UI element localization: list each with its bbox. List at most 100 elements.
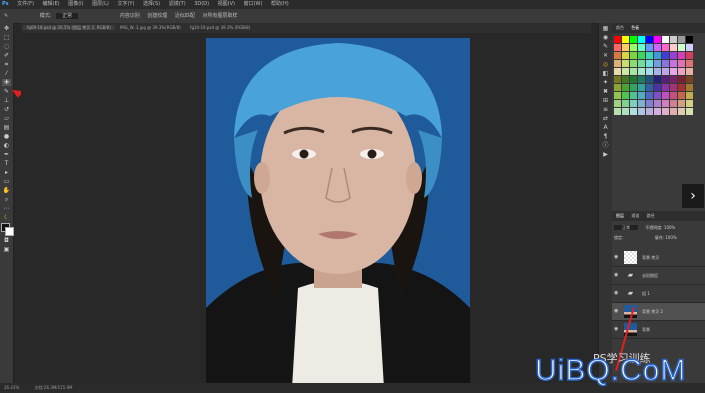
swatch[interactable] [630, 36, 637, 43]
swatch[interactable] [654, 52, 661, 59]
swatch[interactable] [622, 68, 629, 75]
brush-panel-icon[interactable]: ✎ [601, 43, 610, 50]
quick-mask-icon[interactable]: ◘ [2, 237, 11, 244]
tab-paths[interactable]: 路径 [647, 213, 655, 218]
swatch[interactable] [678, 68, 685, 75]
swatch[interactable] [662, 44, 669, 51]
swatch[interactable] [654, 84, 661, 91]
tools-icon[interactable]: ✖ [601, 88, 610, 95]
visibility-eye-icon[interactable]: ◉ [614, 285, 618, 302]
gradient-tool-icon[interactable]: ▤ [2, 124, 11, 131]
swatches-grid[interactable] [614, 36, 703, 115]
pen-tool-icon[interactable]: ✒ [2, 151, 11, 158]
layer-row[interactable]: ◉ ▰ 去斑脱痘 [612, 267, 705, 285]
swatch[interactable] [686, 60, 693, 67]
tab-doc-2[interactable]: IMG_W..3.jpg @ 39.3%(RGB/8) [116, 25, 185, 30]
swatch[interactable] [638, 60, 645, 67]
swatch[interactable] [678, 100, 685, 107]
blur-tool-icon[interactable]: ● [2, 133, 11, 140]
tab-doc-1[interactable]: fg09-18.psd @ 26.5% (图层 拷贝 2, RGB/8) [23, 25, 115, 30]
swatch[interactable] [686, 52, 693, 59]
swatch[interactable] [686, 36, 693, 43]
swatch[interactable] [670, 52, 677, 59]
swatch[interactable] [622, 92, 629, 99]
swatch[interactable] [654, 92, 661, 99]
swatch[interactable] [686, 100, 693, 107]
dodge-tool-icon[interactable]: ◐ [2, 142, 11, 149]
tab-swatches[interactable]: 色板 [631, 25, 639, 30]
tool-preset-icon[interactable]: ✎ [4, 13, 8, 19]
close-icon[interactable]: ✕ [601, 52, 610, 59]
swatch[interactable] [670, 100, 677, 107]
path-select-tool-icon[interactable]: ▸ [2, 169, 11, 176]
zoom-level[interactable]: 26.43% [4, 385, 19, 390]
properties-icon[interactable]: ≡ [601, 106, 610, 113]
swatch[interactable] [654, 36, 661, 43]
swatch[interactable] [678, 84, 685, 91]
swatch[interactable] [678, 60, 685, 67]
swatch[interactable] [646, 108, 653, 115]
swatch[interactable] [622, 84, 629, 91]
type-tool-icon[interactable]: T [2, 160, 11, 167]
swatch[interactable] [622, 52, 629, 59]
create-texture-radio[interactable]: 创建纹理 [147, 13, 167, 19]
swatch[interactable] [622, 60, 629, 67]
swatch[interactable] [670, 44, 677, 51]
swatch[interactable] [670, 76, 677, 83]
approx-match-radio[interactable]: 近似匹配 [175, 13, 195, 19]
swatch[interactable] [638, 92, 645, 99]
swatch[interactable] [670, 92, 677, 99]
swatch[interactable] [646, 52, 653, 59]
swatch[interactable] [614, 92, 621, 99]
actions-icon[interactable]: ▶ [601, 151, 610, 158]
menu-window[interactable]: 窗口(W) [244, 0, 263, 9]
swatch[interactable] [670, 68, 677, 75]
swatch[interactable] [654, 108, 661, 115]
swatch[interactable] [630, 44, 637, 51]
swatch[interactable] [622, 76, 629, 83]
swatch[interactable] [670, 108, 677, 115]
menu-layer[interactable]: 图层(L) [92, 0, 109, 9]
tab-color[interactable]: 颜色 [616, 25, 624, 30]
tab-layers[interactable]: 图层 [616, 213, 624, 218]
swatch[interactable] [662, 108, 669, 115]
swatch[interactable] [638, 108, 645, 115]
history-panel-icon[interactable]: ▦ [601, 25, 610, 32]
menu-file[interactable]: 文件(F) [17, 0, 34, 9]
swatch[interactable] [654, 68, 661, 75]
screen-mode-icon[interactable]: ▣ [2, 246, 11, 253]
swatch[interactable] [638, 76, 645, 83]
swatch[interactable] [670, 36, 677, 43]
swatch[interactable] [614, 52, 621, 59]
swatch[interactable] [614, 60, 621, 67]
quick-select-tool-icon[interactable]: ✐ [2, 52, 11, 59]
swatch[interactable] [654, 76, 661, 83]
visibility-eye-icon[interactable]: ◉ [614, 267, 618, 284]
sample-all-layers-checkbox[interactable]: 对所有图层取样 [203, 13, 238, 19]
mode-select[interactable]: 正常 [56, 13, 79, 19]
tab-doc-3[interactable]: fg10-19.psd @ 39.3% (RGB/8) [186, 25, 254, 30]
swatch[interactable] [614, 36, 621, 43]
swatch[interactable] [638, 100, 645, 107]
swatch[interactable] [622, 44, 629, 51]
swatch[interactable] [622, 100, 629, 107]
menu-3d[interactable]: 3D(D) [194, 0, 209, 9]
swatch[interactable] [662, 100, 669, 107]
hand-tool-icon[interactable]: ✋ [2, 187, 11, 194]
swatch[interactable] [630, 60, 637, 67]
ps-logo[interactable]: Ps [2, 0, 9, 9]
content-aware-radio[interactable]: 内容识别 [120, 13, 140, 19]
healing-brush-tool-icon[interactable]: ✚ [2, 79, 11, 86]
blend-mode-select[interactable]: 正常 [614, 225, 638, 230]
swatch[interactable] [678, 76, 685, 83]
tab-channels[interactable]: 通道 [631, 213, 639, 218]
swatch[interactable] [686, 92, 693, 99]
swatch[interactable] [630, 84, 637, 91]
swatch[interactable] [654, 44, 661, 51]
swatch[interactable] [646, 44, 653, 51]
crop-tool-icon[interactable]: ⌗ [2, 61, 11, 68]
swatch[interactable] [646, 36, 653, 43]
menu-view[interactable]: 视图(V) [218, 0, 235, 9]
swatch[interactable] [614, 76, 621, 83]
swatch[interactable] [638, 36, 645, 43]
